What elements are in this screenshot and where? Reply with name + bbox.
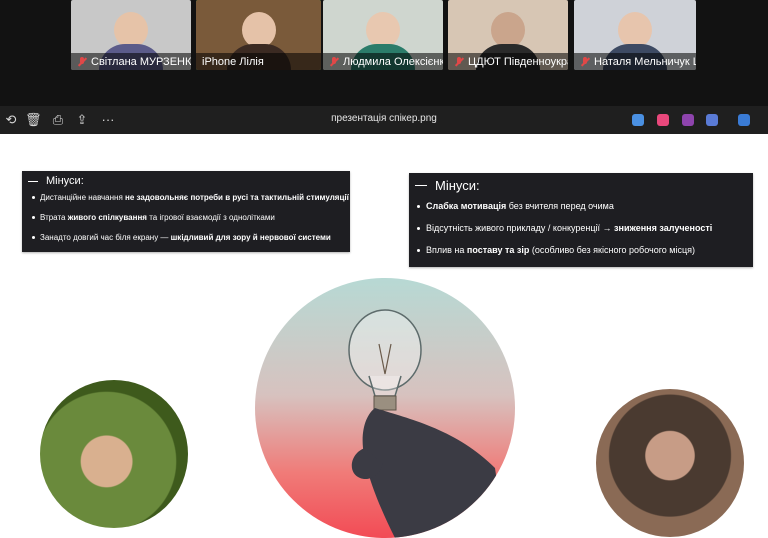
girl-portrait-photo [596, 389, 744, 537]
bullet-text: та ігрової взаємодії з однолітками [146, 213, 275, 222]
minuses-heading-left: Мінуси: [22, 171, 350, 187]
bullet-text-bold: шкідливий для зору й нервової системи [170, 233, 331, 242]
dash-icon [28, 180, 38, 182]
bullet-text: Втрата [40, 213, 68, 222]
minuses-box-right: Мінуси: Слабка мотивація без вчителя пер… [409, 173, 753, 267]
bullet-text-bold: поставу та зір [466, 245, 530, 255]
head-shape [491, 12, 525, 48]
app-shortcut-icon[interactable] [706, 114, 718, 126]
participant-name-bar: Наталя Мельничук Ц... [574, 53, 696, 70]
bullet-item: Дистанційне навчання не задовольняє потр… [32, 193, 350, 213]
bullet-text: Дистанційне навчання [40, 193, 126, 202]
participant-name-bar: Людмила Олексієнко [323, 53, 443, 70]
bullet-text: Вплив на [426, 245, 467, 255]
presentation-slide: Мінуси: Дистанційне навчання не задоволь… [0, 134, 768, 538]
dash-icon [415, 185, 427, 186]
app-shortcut-icon[interactable] [632, 114, 644, 126]
bullet-text-bold: Слабка мотивація [426, 201, 507, 211]
minuses-box-left: Мінуси: Дистанційне навчання не задоволь… [22, 171, 350, 252]
head-shape [366, 12, 400, 48]
minuses-list-right: Слабка мотивація без вчителя перед очима… [409, 201, 753, 267]
participant-name: ЦДЮТ Південноукраї... [468, 55, 568, 68]
image-viewer-toolbar: ⟲ 🗑 ⎙ ⇪ ··· презентація спікер.png [0, 106, 768, 134]
participant-tile[interactable]: Наталя Мельничук Ц... [574, 0, 696, 70]
app-shortcut-icon[interactable] [682, 114, 694, 126]
participant-name: iPhone Лілія [202, 55, 264, 68]
head-shape [241, 12, 276, 48]
file-title: презентація спікер.png [331, 113, 437, 124]
bullet-item: Слабка мотивація без вчителя перед очима [417, 201, 753, 223]
bullet-item: Відсутність живого прикладу / конкуренці… [417, 223, 753, 245]
muted-mic-icon [580, 56, 590, 67]
lightbulb-icon [348, 309, 505, 538]
participant-name-bar: iPhone Лілія [196, 53, 321, 70]
heading-text: Мінуси: [46, 175, 84, 187]
muted-mic-icon [454, 56, 464, 67]
bullet-text: Відсутність живого прикладу / конкуренці… [426, 223, 615, 233]
bullet-text: без вчителя перед очима [506, 201, 614, 211]
participant-name: Наталя Мельничук Ц... [594, 55, 696, 68]
lightbulb-photo [255, 278, 515, 538]
app-shortcut-icon[interactable] [657, 114, 669, 126]
participant-name: Людмила Олексієнко [343, 55, 443, 68]
participant-name: Світлана МУРЗЕНКО [91, 55, 191, 68]
bullet-text: (особливо без якісного робочого місця) [529, 245, 696, 255]
muted-mic-icon [329, 56, 339, 67]
head-shape [618, 12, 652, 48]
heading-text: Мінуси: [435, 178, 480, 193]
bullet-item: Вплив на поставу та зір (особливо без як… [417, 245, 753, 267]
minuses-list-left: Дистанційне навчання не задовольняє потр… [22, 193, 350, 253]
bullet-item: Занадто довгий час біля екрану — шкідлив… [32, 233, 350, 253]
participant-tile[interactable]: Людмила Олексієнко [323, 0, 443, 70]
participant-tile[interactable]: ЦДЮТ Південноукраї... [448, 0, 568, 70]
head-shape [114, 12, 148, 48]
app-shortcut-icon[interactable] [738, 114, 750, 126]
child-photo [40, 380, 188, 528]
participant-tile[interactable]: iPhone Лілія [196, 0, 321, 70]
bullet-text-bold: живого спілкування [67, 213, 147, 222]
muted-mic-icon [77, 56, 87, 67]
participant-name-bar: ЦДЮТ Південноукраї... [448, 53, 568, 70]
bullet-text: Занадто довгий час біля екрану — [40, 233, 171, 242]
bullet-item: Втрата живого спілкування та ігрової вза… [32, 213, 350, 233]
bullet-text-bold: не задовольняє потреби в русі та тактиль… [125, 193, 349, 202]
bullet-text-bold: зниження залученості [614, 223, 713, 233]
minuses-heading-right: Мінуси: [409, 173, 753, 193]
participant-tile[interactable]: Світлана МУРЗЕНКО [71, 0, 191, 70]
participant-name-bar: Світлана МУРЗЕНКО [71, 53, 191, 70]
video-call-strip: Світлана МУРЗЕНКО iPhone Лілія Людмила Оле… [0, 0, 768, 106]
